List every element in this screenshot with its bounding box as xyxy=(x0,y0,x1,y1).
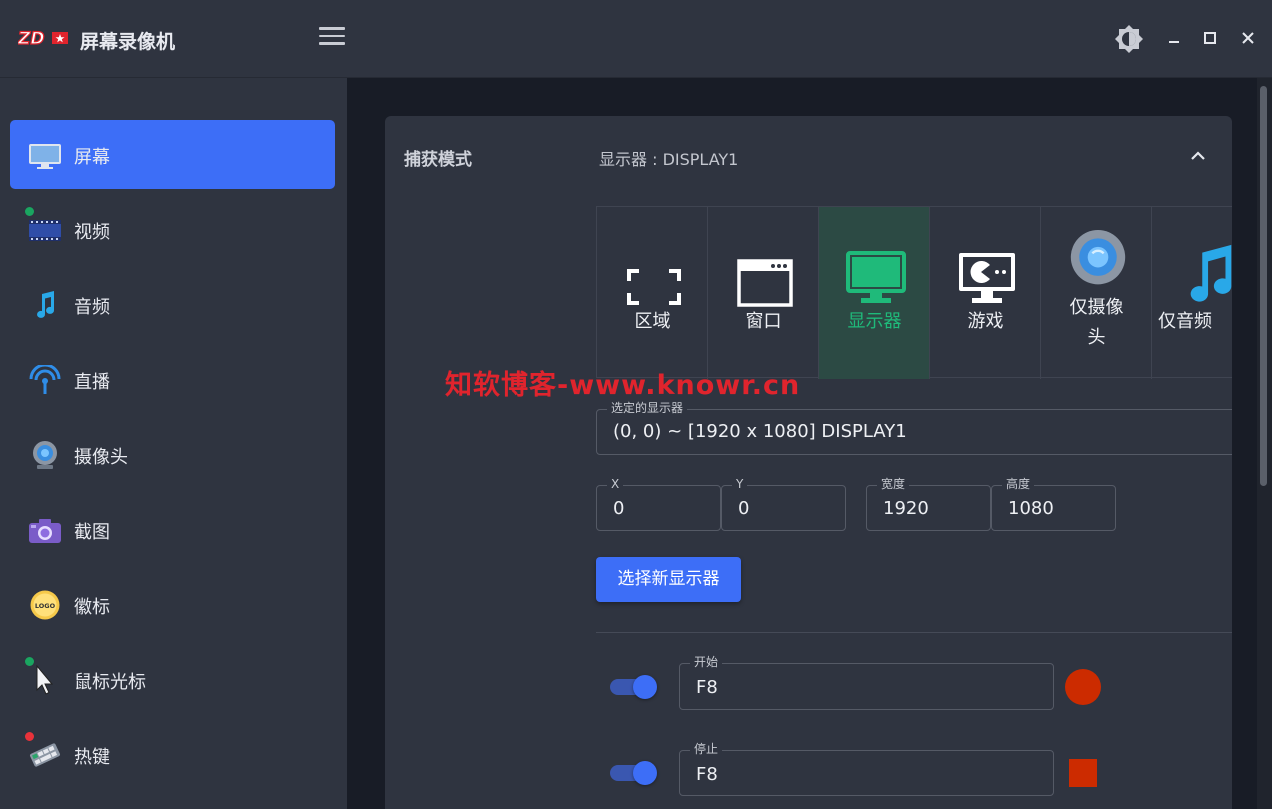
minimize-icon[interactable] xyxy=(1162,26,1186,50)
vertical-scrollbar[interactable] xyxy=(1257,78,1272,809)
field-label: 宽度 xyxy=(877,477,910,491)
y-field[interactable]: Y 0 xyxy=(721,477,846,531)
field-label: 选定的显示器 xyxy=(607,401,688,415)
mode-game[interactable]: 游戏 xyxy=(930,207,1041,379)
field-value: 0 xyxy=(613,498,625,519)
app-logo: ZD xyxy=(18,29,68,47)
watermark: 知软博客-www.knowr.cn xyxy=(445,370,801,401)
field-label: 停止 xyxy=(690,742,723,756)
svg-text:LOGO: LOGO xyxy=(35,602,56,610)
broadcast-icon xyxy=(29,365,61,394)
mode-display[interactable]: 显示器 xyxy=(819,207,930,379)
sidebar-item-audio[interactable]: 音频 xyxy=(10,270,335,339)
toggle-knob xyxy=(633,761,657,785)
sidebar-item-webcam[interactable]: 摄像头 xyxy=(10,420,335,489)
logo-badge-icon: LOGO xyxy=(30,590,60,620)
monitor-icon xyxy=(29,144,61,169)
start-hotkey-toggle[interactable] xyxy=(610,675,658,699)
record-start-button[interactable] xyxy=(1065,669,1101,705)
width-field[interactable]: 宽度 1920 xyxy=(866,477,991,531)
sidebar-item-screenshot[interactable]: 截图 xyxy=(10,495,335,564)
sidebar-item-screen[interactable]: 屏幕 xyxy=(10,120,335,189)
selected-display-field[interactable]: 选定的显示器 (0, 0) ~ [1920 x 1080] DISPLAY1 xyxy=(596,401,1232,455)
cursor-icon xyxy=(36,665,54,695)
music-note-icon xyxy=(1190,244,1232,302)
webcam-icon xyxy=(33,441,57,469)
mode-label: 仅摄像 头 xyxy=(1069,297,1124,348)
sidebar-item-video[interactable]: 视频 xyxy=(10,195,335,264)
sidebar-item-label: 直播 xyxy=(74,372,110,393)
sidebar-item-label: 徽标 xyxy=(74,597,110,618)
maximize-icon[interactable] xyxy=(1198,26,1222,50)
close-icon[interactable] xyxy=(1236,26,1260,50)
capture-mode-title: 捕获模式 xyxy=(404,150,472,170)
sidebar-item-label: 音频 xyxy=(74,297,110,318)
camera-icon xyxy=(29,519,61,543)
field-value: 0 xyxy=(738,498,750,519)
capture-mode-summary: 显示器 : DISPLAY1 xyxy=(599,150,739,169)
section-divider xyxy=(596,632,1232,633)
start-hotkey-field[interactable]: 开始 F8 xyxy=(679,655,1054,710)
capture-mode-selector: 区域 窗口 显示器 游戏 仅摄像 头 仅音频 xyxy=(596,206,1232,379)
mode-window[interactable]: 窗口 xyxy=(708,207,819,379)
mode-label: 游戏 xyxy=(967,311,1004,332)
title-bar: ZD 屏幕录像机 xyxy=(0,0,1272,78)
select-new-display-button[interactable]: 选择新显示器 xyxy=(596,557,741,602)
field-value: F8 xyxy=(696,764,718,785)
sidebar-item-label: 视频 xyxy=(74,222,110,243)
mode-label: 显示器 xyxy=(847,311,902,332)
scrollbar-thumb[interactable] xyxy=(1260,86,1267,486)
field-value: 1920 xyxy=(883,498,929,519)
stop-hotkey-toggle[interactable] xyxy=(610,761,658,785)
sidebar-item-logo[interactable]: LOGO 徽标 xyxy=(10,570,335,639)
film-icon xyxy=(29,220,61,241)
record-stop-button[interactable] xyxy=(1069,759,1097,787)
sidebar-item-label: 屏幕 xyxy=(74,147,110,168)
app-title: 屏幕录像机 xyxy=(80,31,176,53)
sidebar-item-live[interactable]: 直播 xyxy=(10,345,335,414)
field-value: F8 xyxy=(696,677,718,698)
toggle-knob xyxy=(633,675,657,699)
sidebar-item-label: 鼠标光标 xyxy=(74,672,146,693)
field-label: 高度 xyxy=(1002,477,1035,491)
field-value: (0, 0) ~ [1920 x 1080] DISPLAY1 xyxy=(613,421,907,442)
field-value: 1080 xyxy=(1008,498,1054,519)
field-label: X xyxy=(607,477,624,491)
stop-hotkey-field[interactable]: 停止 F8 xyxy=(679,742,1054,796)
mode-label: 仅音频 xyxy=(1158,311,1212,332)
mode-region[interactable]: 区域 xyxy=(597,207,708,379)
svg-text:ZD: ZD xyxy=(18,29,44,47)
mode-label: 区域 xyxy=(634,311,671,332)
hamburger-menu-icon[interactable] xyxy=(319,27,345,49)
window-icon xyxy=(737,259,793,307)
sidebar-item-label: 截图 xyxy=(74,522,110,543)
mode-audio-only[interactable]: 仅音频 xyxy=(1152,207,1232,379)
chevron-up-icon[interactable] xyxy=(1188,146,1208,166)
sidebar-item-cursor[interactable]: 鼠标光标 xyxy=(10,645,335,714)
field-label: Y xyxy=(732,477,748,491)
capture-mode-panel: 捕获模式 显示器 : DISPLAY1 区域 窗口 显示器 游戏 仅摄像 头 仅… xyxy=(385,116,1232,809)
mode-webcam-only[interactable]: 仅摄像 头 xyxy=(1041,207,1152,379)
webcam-icon xyxy=(1070,229,1126,285)
x-field[interactable]: X 0 xyxy=(596,477,721,531)
mode-label: 窗口 xyxy=(745,311,782,332)
monitor-icon xyxy=(846,251,906,303)
game-icon xyxy=(959,253,1015,303)
keyboard-icon xyxy=(30,743,60,767)
sidebar-item-label: 摄像头 xyxy=(74,447,128,468)
field-label: 开始 xyxy=(690,655,723,669)
sidebar-item-label: 热键 xyxy=(74,747,110,768)
sidebar: 屏幕 视频 音频 直播 摄像头 截图 LOGO 徽标 鼠标光标 热键 xyxy=(0,78,347,809)
height-field[interactable]: 高度 1080 xyxy=(991,477,1116,531)
sidebar-item-hotkeys[interactable]: 热键 xyxy=(10,720,335,789)
music-note-icon xyxy=(37,291,55,318)
theme-toggle-icon[interactable] xyxy=(1114,24,1144,54)
